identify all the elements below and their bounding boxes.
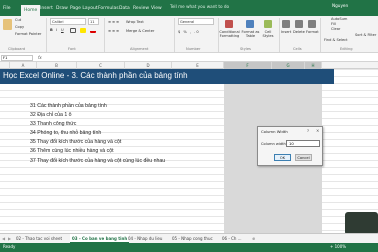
group-divider — [104, 18, 105, 52]
fill-color-icon[interactable] — [80, 28, 86, 33]
formula-bar: F1 fx — [0, 54, 378, 62]
align-left-icon[interactable]: ≡≡≡ — [108, 29, 120, 34]
name-box[interactable]: F1 — [1, 55, 33, 61]
clear-button[interactable]: Clear — [331, 27, 340, 32]
group-divider — [279, 18, 280, 52]
underline-icon[interactable]: U — [61, 28, 64, 33]
number-group-label: Number — [186, 47, 201, 51]
column-header[interactable]: A — [10, 62, 37, 69]
format-painter-button[interactable]: Format Painter — [15, 32, 41, 37]
sheet-tab-bar: ◀ ▶ 02 - Thao tac voi sheet 03 - Co ban … — [0, 233, 378, 244]
font-size-select[interactable]: 11 — [88, 18, 99, 25]
group-divider — [320, 18, 321, 52]
alignment-group-label: Alignment — [130, 47, 149, 51]
banner-title: Học Excel Online - 3. Các thành phần của… — [3, 71, 188, 80]
fx-icon[interactable]: fx — [38, 55, 42, 60]
status-bar: Ready + 100% — [0, 243, 378, 252]
number-format-select[interactable]: General — [178, 18, 214, 25]
tab-home[interactable]: Home — [21, 5, 41, 16]
merge-center-button[interactable]: Merge & Center — [126, 29, 154, 34]
cell-styles-icon[interactable] — [264, 20, 272, 28]
delete-cells-icon[interactable] — [295, 20, 303, 28]
column-header[interactable]: H — [305, 62, 322, 69]
column-width-dialog: Column Width ? × Column width: 10 OK Can… — [257, 126, 323, 166]
italic-icon[interactable]: I — [56, 28, 57, 33]
bold-icon[interactable]: B — [50, 28, 53, 33]
align-top-icon[interactable]: ≡≡≡ — [108, 20, 120, 25]
tab-data[interactable]: Data — [119, 3, 130, 14]
cell-styles-button[interactable]: Cell Styles — [260, 30, 276, 38]
tab-formulas[interactable]: Formulas — [98, 3, 119, 14]
dialog-title: Column Width — [261, 129, 288, 134]
ribbon-home: Cut Copy Format Painter Clipboard Calibr… — [0, 16, 378, 53]
editing-group-label: Editing — [340, 47, 353, 51]
column-header[interactable]: B — [37, 62, 77, 69]
font-group-label: Font — [68, 47, 76, 51]
ok-button[interactable]: OK — [274, 154, 291, 161]
list-item: 37 Thay đổi kích thước của hàng và cột c… — [30, 158, 166, 164]
zoom-level[interactable]: + 100% — [330, 244, 346, 249]
close-icon[interactable]: × — [316, 128, 319, 133]
format-as-table-button[interactable]: Format as Table — [241, 30, 260, 38]
tab-view[interactable]: View — [151, 3, 162, 14]
tab-file[interactable]: File — [3, 3, 11, 14]
cancel-button[interactable]: Cancel — [295, 154, 312, 161]
font-name-select[interactable]: Calibri — [50, 18, 86, 25]
list-item: 33 Thanh công thức — [30, 121, 77, 127]
user-name[interactable]: Nguyen — [332, 3, 348, 8]
list-item: 35 Thay đổi kích thước của hàng và cột — [30, 139, 122, 145]
column-header[interactable]: G — [272, 62, 305, 69]
insert-cells-button[interactable]: Insert — [281, 30, 291, 35]
column-header[interactable]: E — [172, 62, 224, 69]
cut-button[interactable]: Cut — [15, 18, 21, 23]
sort-filter-button[interactable]: Sort & Filter — [355, 33, 377, 37]
column-header[interactable]: F — [224, 62, 272, 69]
select-all-corner[interactable] — [0, 62, 10, 69]
column-width-label: Column width: — [261, 142, 288, 146]
wrap-text-button[interactable]: Wrap Text — [126, 20, 144, 25]
tab-review[interactable]: Review — [133, 3, 149, 14]
tab-page-layout[interactable]: Page Layout — [70, 3, 98, 14]
format-cells-button[interactable]: Format — [306, 30, 319, 35]
column-header[interactable]: C — [77, 62, 125, 69]
copy-button[interactable]: Copy — [15, 25, 24, 30]
insert-cells-icon[interactable] — [282, 20, 290, 28]
format-cells-icon[interactable] — [308, 20, 316, 28]
list-item: 31 Các thành phần của bảng tính — [30, 103, 107, 109]
clipboard-group-label: Clipboard — [8, 47, 26, 51]
conditional-formatting-button[interactable]: Conditional Formatting — [219, 30, 240, 38]
find-select-button[interactable]: Find & Select — [324, 38, 352, 42]
list-item: 34 Phóng to, thu nhỏ bảng tính — [30, 130, 102, 136]
tab-draw[interactable]: Draw — [56, 3, 68, 14]
styles-group-label: Styles — [240, 47, 251, 51]
column-header[interactable]: D — [125, 62, 172, 69]
tell-me-search[interactable]: Tell me what you want to do — [170, 4, 229, 9]
status-text: Ready — [3, 244, 16, 249]
column-width-input[interactable]: 10 — [286, 140, 320, 147]
number-format-icons[interactable]: $ % , .0 — [178, 30, 200, 35]
conditional-formatting-icon[interactable] — [225, 20, 233, 28]
paste-icon[interactable] — [3, 19, 12, 30]
list-item: 36 Thêm cùng lúc nhiều hàng và cột — [30, 148, 114, 154]
selected-column-headers: F G H — [224, 62, 322, 69]
group-divider — [174, 18, 175, 52]
ribbon-tab-bar: File Home Insert Draw Page Layout Formul… — [0, 0, 378, 16]
list-item: 32 Địa chỉ của 1 ô — [30, 112, 72, 118]
borders-icon[interactable] — [70, 28, 76, 33]
tab-insert[interactable]: Insert — [40, 3, 53, 14]
font-color-icon[interactable] — [90, 28, 96, 33]
cells-group-label: Cells — [293, 47, 302, 51]
presenter-webcam — [345, 212, 378, 235]
help-icon[interactable]: ? — [307, 128, 309, 133]
group-divider — [46, 18, 47, 52]
format-table-icon[interactable] — [246, 20, 254, 28]
delete-cells-button[interactable]: Delete — [293, 30, 305, 35]
